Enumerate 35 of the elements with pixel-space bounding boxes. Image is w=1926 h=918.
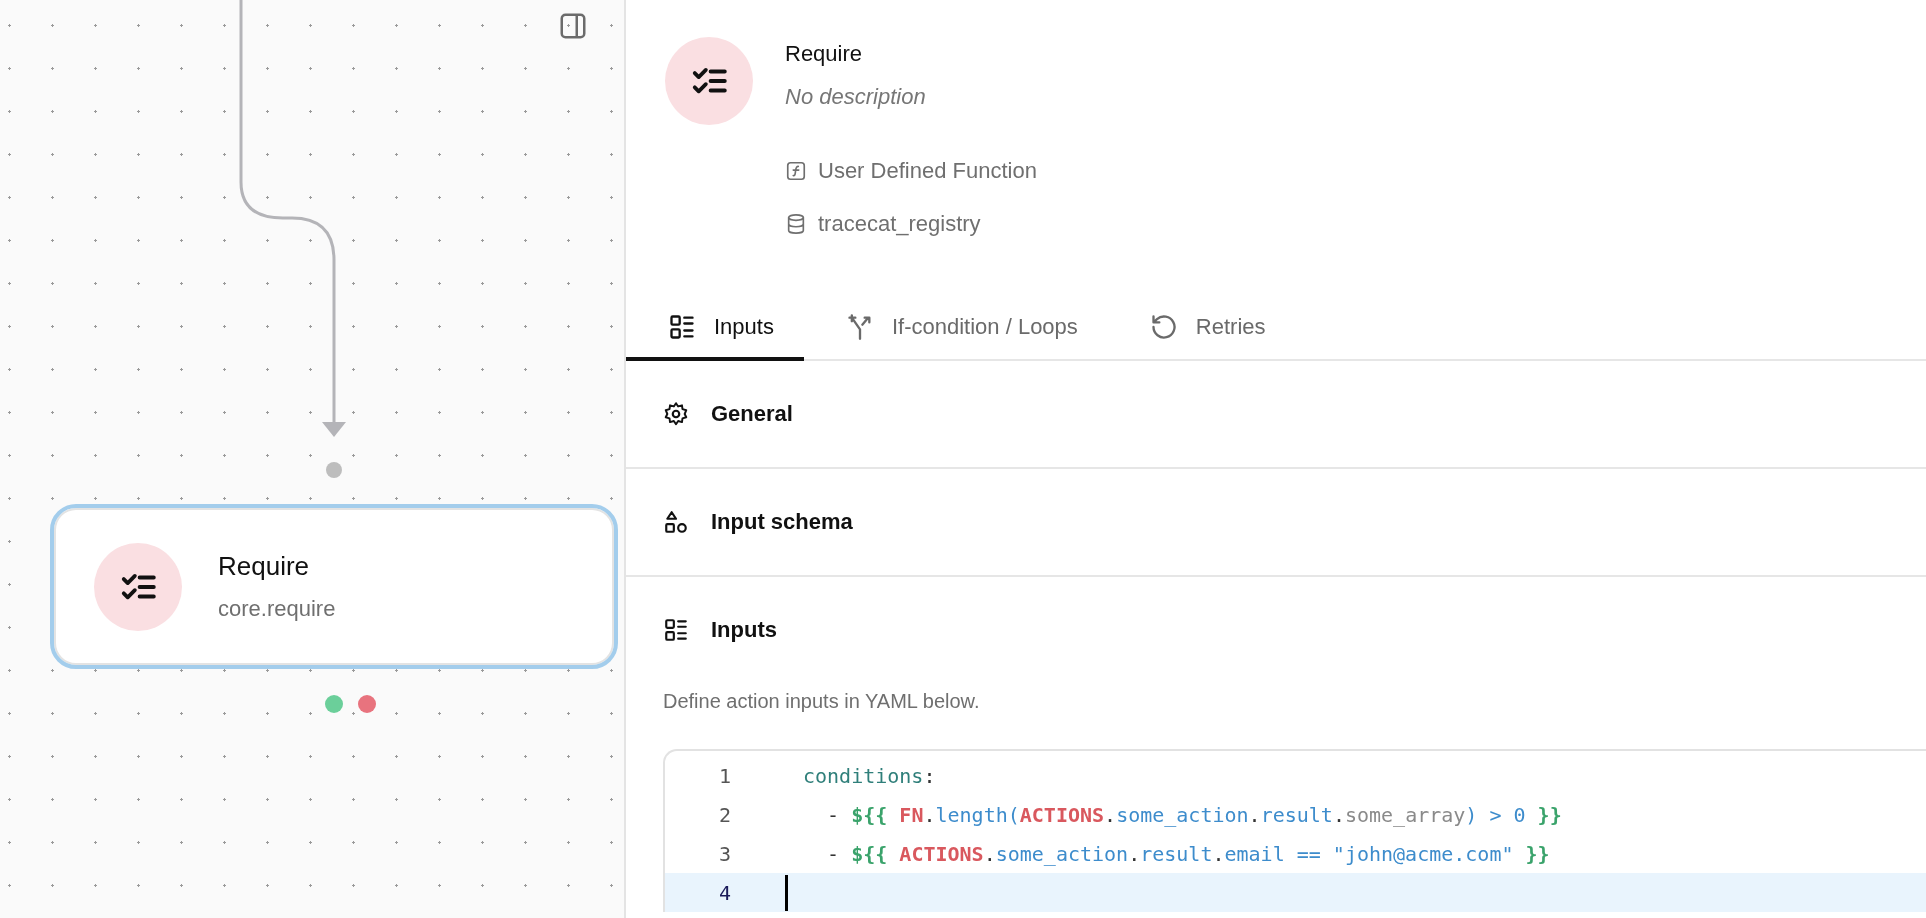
section-header[interactable]: Inputs [626, 577, 1926, 683]
line-number: 4 [717, 880, 732, 905]
section-hint: Define action inputs in YAML below. [662, 690, 981, 713]
line-number: 3 [717, 841, 732, 866]
action-title: Require [785, 41, 864, 67]
list-icon [663, 617, 689, 643]
tab[interactable]: Retries [1107, 296, 1296, 361]
node-subtitle: core.require [218, 596, 336, 622]
section-header[interactable]: Input schema [626, 469, 1926, 575]
output-handle[interactable] [325, 695, 343, 713]
code-line[interactable]: - ${{ ACTIONS.some_action.result.email == "john@acme.com" }} [785, 834, 1550, 873]
code-line[interactable]: - ${{ FN.length(ACTIONS.some_action.result.some_array) > 0 }} [785, 795, 1562, 834]
code-line[interactable]: conditions: [785, 756, 936, 795]
retry-icon [1149, 312, 1178, 341]
output-handle[interactable] [358, 695, 376, 713]
tab[interactable]: Inputs [626, 296, 804, 361]
node-title: Require [218, 551, 311, 582]
list-icon [668, 312, 696, 341]
function-icon [785, 160, 807, 182]
action-description: No description [785, 84, 927, 110]
registry-name: tracecat_registry [818, 211, 981, 237]
action-type: User Defined Function [818, 158, 1037, 184]
line-number: 2 [717, 802, 732, 827]
action-node[interactable]: Require core.require [50, 504, 618, 669]
section-header[interactable]: General [626, 361, 1926, 467]
input-handle[interactable] [326, 462, 342, 478]
text-cursor [785, 874, 788, 911]
settings-icon [663, 401, 689, 427]
branch-icon [845, 312, 874, 341]
sidebar-toggle-button[interactable] [558, 11, 588, 41]
database-icon [785, 213, 807, 235]
sidebar-toggle-icon [558, 11, 588, 41]
line-number: 1 [717, 763, 732, 788]
shapes-icon [663, 509, 689, 535]
tab[interactable]: If-condition / Loops [803, 296, 1108, 361]
